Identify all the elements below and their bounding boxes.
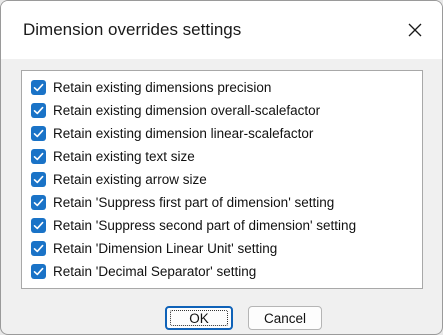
close-button[interactable] (398, 13, 432, 47)
close-icon (408, 23, 422, 37)
option-label: Retain existing dimension linear-scalefa… (53, 125, 314, 141)
checkbox-checked-icon[interactable] (31, 217, 46, 233)
checkbox-checked-icon[interactable] (31, 240, 46, 256)
option-item-decimal-separator[interactable]: Retain 'Decimal Separator' setting (31, 260, 256, 282)
option-item-arrow-size[interactable]: Retain existing arrow size (31, 168, 207, 190)
option-label: Retain 'Dimension Linear Unit' setting (53, 240, 278, 256)
option-label: Retain 'Suppress first part of dimension… (53, 194, 335, 210)
option-label: Retain existing dimension overall-scalef… (53, 102, 321, 118)
option-item-precision[interactable]: Retain existing dimensions precision (31, 76, 271, 98)
option-label: Retain 'Suppress second part of dimensio… (53, 217, 357, 233)
checkbox-checked-icon[interactable] (31, 79, 46, 95)
ok-button[interactable]: OK (165, 306, 233, 330)
focus-ring (170, 310, 228, 326)
option-label: Retain existing arrow size (53, 171, 207, 187)
dialog-title: Dimension overrides settings (23, 20, 242, 39)
option-item-linear-scalefactor[interactable]: Retain existing dimension linear-scalefa… (31, 122, 313, 144)
checkbox-checked-icon[interactable] (31, 194, 46, 210)
option-label: Retain 'Decimal Separator' setting (53, 263, 257, 279)
title-bar: Dimension overrides settings (1, 1, 442, 59)
checkbox-checked-icon[interactable] (31, 148, 46, 164)
option-label: Retain existing text size (53, 148, 195, 164)
checkbox-checked-icon[interactable] (31, 263, 46, 279)
option-item-overall-scalefactor[interactable]: Retain existing dimension overall-scalef… (31, 99, 320, 121)
checkbox-checked-icon[interactable] (31, 125, 46, 141)
option-item-suppress-second-part[interactable]: Retain 'Suppress second part of dimensio… (31, 214, 356, 236)
option-item-linear-unit[interactable]: Retain 'Dimension Linear Unit' setting (31, 237, 277, 259)
dimension-overrides-dialog: Dimension overrides settings Retain exis… (0, 0, 443, 335)
option-label: Retain existing dimensions precision (53, 79, 272, 95)
checkbox-checked-icon[interactable] (31, 171, 46, 187)
checkbox-checked-icon[interactable] (31, 102, 46, 118)
cancel-button[interactable]: Cancel (248, 306, 322, 330)
cancel-button-label: Cancel (263, 310, 307, 326)
option-item-suppress-first-part[interactable]: Retain 'Suppress first part of dimension… (31, 191, 334, 213)
options-list[interactable]: Retain existing dimensions precision Ret… (21, 70, 423, 289)
option-item-text-size[interactable]: Retain existing text size (31, 145, 195, 167)
